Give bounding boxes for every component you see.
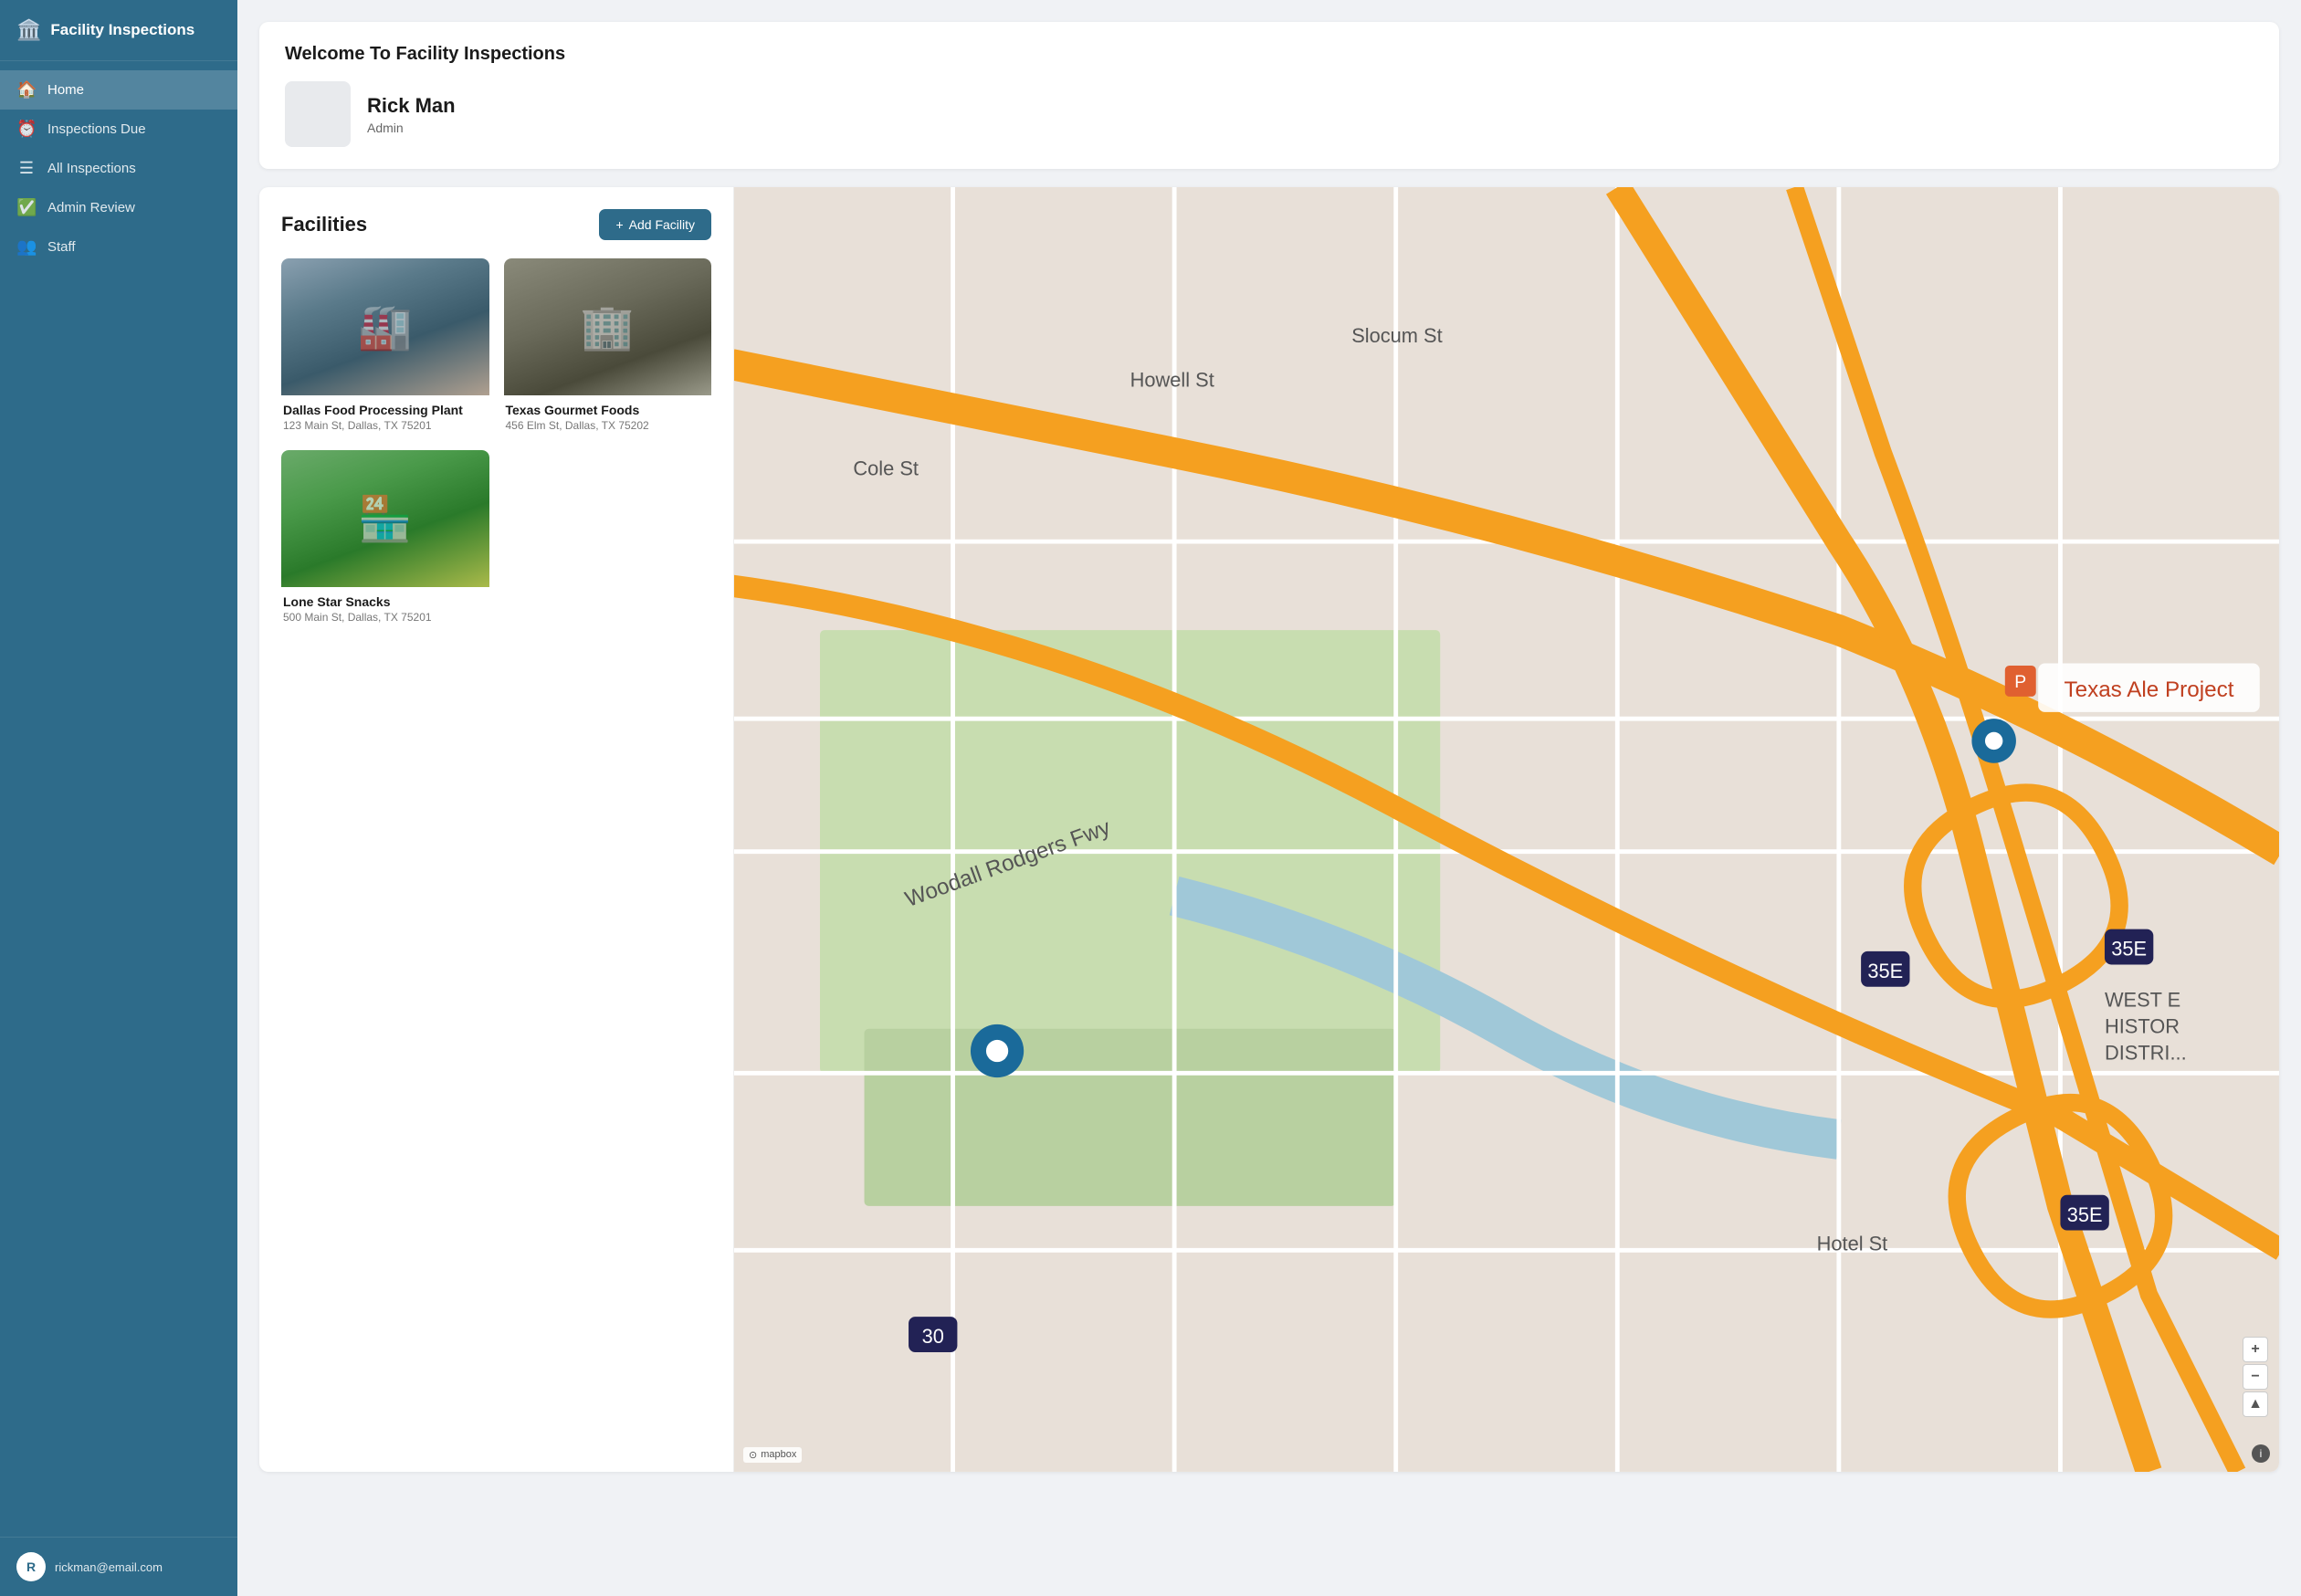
mapbox-circle: ⊙ bbox=[749, 1449, 757, 1461]
facility-info: Dallas Food Processing Plant 123 Main St… bbox=[281, 395, 489, 436]
welcome-title: Welcome To Facility Inspections bbox=[285, 44, 2254, 65]
svg-text:P: P bbox=[2014, 672, 2026, 692]
facility-card-texas-gourmet[interactable]: Texas Gourmet Foods 456 Elm St, Dallas, … bbox=[504, 258, 712, 436]
svg-text:DISTRI...: DISTRI... bbox=[2105, 1042, 2187, 1065]
user-avatar: R bbox=[16, 1552, 46, 1581]
map-controls: + − ▲ bbox=[2243, 1337, 2268, 1417]
facility-name: Lone Star Snacks bbox=[283, 594, 488, 609]
facility-info: Texas Gourmet Foods 456 Elm St, Dallas, … bbox=[504, 395, 712, 436]
sidebar-nav: 🏠 Home ⏰ Inspections Due ☰ All Inspectio… bbox=[0, 61, 237, 1537]
svg-text:Hotel St: Hotel St bbox=[1817, 1232, 1888, 1255]
mapbox-logo: ⊙ mapbox bbox=[743, 1447, 802, 1463]
app-icon: 🏛️ bbox=[16, 18, 41, 42]
facility-card-dallas-food[interactable]: Dallas Food Processing Plant 123 Main St… bbox=[281, 258, 489, 436]
facility-image bbox=[281, 450, 489, 587]
svg-text:35E: 35E bbox=[1867, 960, 1903, 982]
map-panel: Woodall Rodgers Fwy Cole St Howell St Sl… bbox=[734, 187, 2279, 1472]
svg-text:Howell St: Howell St bbox=[1130, 368, 1214, 391]
facility-info: Lone Star Snacks 500 Main St, Dallas, TX… bbox=[281, 587, 489, 627]
zoom-out-button[interactable]: − bbox=[2243, 1364, 2268, 1390]
sidebar-item-label: Inspections Due bbox=[47, 121, 146, 137]
sidebar: 🏛️ Facility Inspections 🏠 Home ⏰ Inspect… bbox=[0, 0, 237, 1596]
add-facility-icon: + bbox=[615, 217, 623, 232]
zoom-in-button[interactable]: + bbox=[2243, 1337, 2268, 1362]
north-button[interactable]: ▲ bbox=[2243, 1391, 2268, 1417]
sidebar-item-label: Home bbox=[47, 82, 84, 98]
facility-image bbox=[281, 258, 489, 395]
main-content: Welcome To Facility Inspections Rick Man… bbox=[237, 0, 2301, 1596]
facilities-title: Facilities bbox=[281, 213, 367, 236]
app-title: Facility Inspections bbox=[50, 21, 194, 39]
sidebar-item-all-inspections[interactable]: ☰ All Inspections bbox=[0, 149, 237, 188]
svg-text:35E: 35E bbox=[2067, 1203, 2103, 1226]
clock-icon: ⏰ bbox=[16, 120, 37, 139]
profile-row: Rick Man Admin bbox=[285, 81, 2254, 147]
user-email: rickman@email.com bbox=[55, 1560, 163, 1574]
profile-info: Rick Man Admin bbox=[367, 94, 456, 135]
map-svg: Woodall Rodgers Fwy Cole St Howell St Sl… bbox=[734, 187, 2279, 1472]
welcome-card: Welcome To Facility Inspections Rick Man… bbox=[259, 22, 2279, 169]
sidebar-item-label: Staff bbox=[47, 239, 76, 255]
facility-image bbox=[504, 258, 712, 395]
sidebar-header: 🏛️ Facility Inspections bbox=[0, 0, 237, 61]
profile-avatar bbox=[285, 81, 351, 147]
map-info-button[interactable]: i bbox=[2252, 1444, 2270, 1463]
facilities-panel: Facilities + Add Facility Dallas Food Pr… bbox=[259, 187, 734, 1472]
facility-address: 500 Main St, Dallas, TX 75201 bbox=[283, 611, 488, 624]
svg-text:35E: 35E bbox=[2111, 938, 2147, 961]
profile-name: Rick Man bbox=[367, 94, 456, 118]
sidebar-item-inspections-due[interactable]: ⏰ Inspections Due bbox=[0, 110, 237, 149]
svg-text:HISTOR: HISTOR bbox=[2105, 1015, 2180, 1038]
facility-address: 456 Elm St, Dallas, TX 75202 bbox=[506, 419, 710, 432]
facility-name: Texas Gourmet Foods bbox=[506, 403, 710, 417]
sidebar-item-label: All Inspections bbox=[47, 161, 136, 176]
svg-text:WEST E: WEST E bbox=[2105, 989, 2180, 1012]
facility-name: Dallas Food Processing Plant bbox=[283, 403, 488, 417]
sidebar-item-label: Admin Review bbox=[47, 200, 135, 215]
svg-text:Cole St: Cole St bbox=[853, 457, 919, 479]
check-circle-icon: ✅ bbox=[16, 198, 37, 217]
facility-address: 123 Main St, Dallas, TX 75201 bbox=[283, 419, 488, 432]
add-facility-label: Add Facility bbox=[629, 217, 695, 232]
sidebar-item-admin-review[interactable]: ✅ Admin Review bbox=[0, 188, 237, 227]
add-facility-button[interactable]: + Add Facility bbox=[599, 209, 711, 240]
sidebar-item-home[interactable]: 🏠 Home bbox=[0, 70, 237, 110]
sidebar-item-staff[interactable]: 👥 Staff bbox=[0, 227, 237, 267]
profile-role: Admin bbox=[367, 121, 456, 135]
users-icon: 👥 bbox=[16, 237, 37, 257]
home-icon: 🏠 bbox=[16, 80, 37, 100]
facility-card-lone-star[interactable]: Lone Star Snacks 500 Main St, Dallas, TX… bbox=[281, 450, 489, 627]
facilities-map-row: Facilities + Add Facility Dallas Food Pr… bbox=[259, 187, 2279, 1472]
list-icon: ☰ bbox=[16, 159, 37, 178]
sidebar-footer: R rickman@email.com bbox=[0, 1537, 237, 1596]
facilities-grid: Dallas Food Processing Plant 123 Main St… bbox=[281, 258, 711, 627]
svg-text:Slocum St: Slocum St bbox=[1351, 324, 1442, 347]
svg-text:Texas Ale Project: Texas Ale Project bbox=[2064, 677, 2233, 702]
mapbox-label: mapbox bbox=[761, 1449, 796, 1460]
facilities-header: Facilities + Add Facility bbox=[281, 209, 711, 240]
svg-text:30: 30 bbox=[922, 1325, 944, 1348]
